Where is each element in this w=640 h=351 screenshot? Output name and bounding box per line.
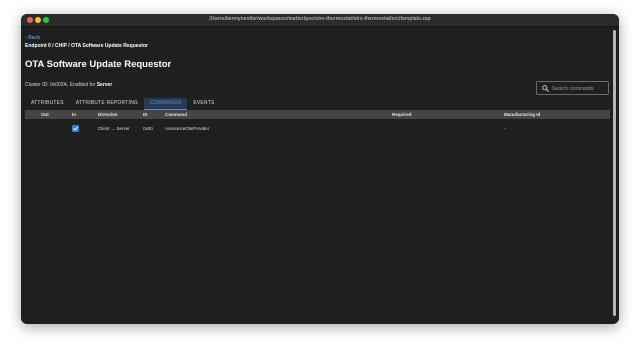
cluster-id-text: Cluster ID: 0x002A, Enabled for <box>25 82 97 88</box>
direction-cell: Client → Server <box>98 126 130 131</box>
tab-attribute-reporting[interactable]: ATTRIBUTE REPORTING <box>70 98 144 109</box>
title-bar: /Users/bennynestler/workspaces/matter/po… <box>21 14 619 27</box>
tab-bar: ATTRIBUTES ATTRIBUTE REPORTING COMMANDS … <box>25 98 221 110</box>
incoming-checkbox[interactable] <box>72 125 79 132</box>
window-title: /Users/bennynestler/workspaces/matter/po… <box>209 16 431 22</box>
app-window: /Users/bennynestler/workspaces/matter/po… <box>21 14 619 324</box>
back-label: Back <box>28 35 41 41</box>
column-header-in[interactable]: In <box>72 112 76 117</box>
column-header-id[interactable]: ID <box>143 112 148 117</box>
back-link[interactable]: ‹ Back <box>25 35 40 41</box>
breadcrumb: Endpoint 0 / CHIP / OTA Software Update … <box>25 43 148 49</box>
back-arrow-icon: ‹ <box>25 35 27 41</box>
search-input[interactable]: Search commands <box>536 81 609 95</box>
check-icon <box>73 126 79 131</box>
cluster-side-text: Server <box>96 82 113 88</box>
column-header-direction[interactable]: Direction <box>98 112 118 117</box>
column-header-command[interactable]: Command <box>165 112 187 117</box>
table-header: Out In Direction ID Command Required Man… <box>25 110 610 119</box>
tab-events[interactable]: EVENTS <box>187 98 220 109</box>
table-row: Client → Server 0x00 AnnounceOtaProvider… <box>25 123 610 135</box>
column-header-out[interactable]: Out <box>41 112 49 117</box>
column-header-manufacturing-id[interactable]: Manufacturing Id <box>504 112 540 117</box>
page-title: OTA Software Update Requestor <box>25 59 172 70</box>
vertical-scrollbar[interactable] <box>613 30 616 316</box>
cluster-info: Cluster ID: 0x002A, Enabled for Server <box>25 82 112 88</box>
tab-commands[interactable]: COMMANDS <box>143 98 188 110</box>
manufacturing-id-cell: - <box>504 126 506 131</box>
search-placeholder: Search commands <box>552 85 594 92</box>
tab-attributes[interactable]: ATTRIBUTES <box>25 98 70 109</box>
command-cell: AnnounceOtaProvider <box>165 126 210 131</box>
search-icon <box>542 85 549 92</box>
id-cell: 0x00 <box>143 126 153 131</box>
column-header-required[interactable]: Required <box>392 112 412 117</box>
